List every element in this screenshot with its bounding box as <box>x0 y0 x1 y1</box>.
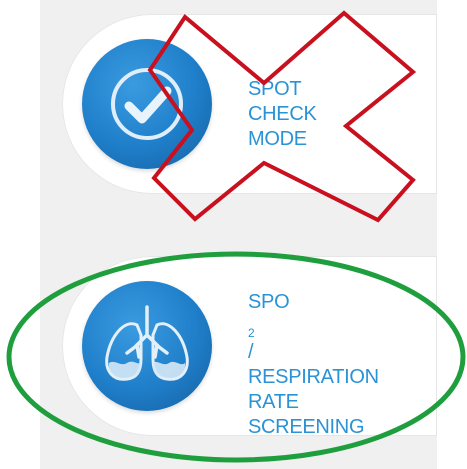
label-line: RESPIRATION <box>248 366 379 388</box>
checkmark-icon <box>111 68 183 140</box>
lungs-icon <box>105 305 189 381</box>
label-prefix: SpO <box>248 291 290 313</box>
label-subscript: 2 <box>248 326 255 340</box>
spo2-respiration-label: SpO 2 / RESPIRATION RATE SCREENING <box>248 290 379 440</box>
spo2-icon-circle <box>82 281 212 411</box>
spot-check-icon-circle <box>82 39 212 169</box>
spot-check-mode-button[interactable]: SPOT CHECK MODE <box>62 14 437 194</box>
label-line: SCREENING <box>248 416 365 438</box>
spot-check-mode-label: SPOT CHECK MODE <box>248 77 317 152</box>
spo2-respiration-screening-button[interactable]: SpO 2 / RESPIRATION RATE SCREENING <box>62 256 437 438</box>
label-line: SPOT <box>248 78 302 100</box>
label-line: RATE <box>248 391 299 413</box>
label-line: CHECK <box>248 103 317 125</box>
label-line: MODE <box>248 128 307 150</box>
label-suffix: / <box>248 341 254 363</box>
label-line-spo2: SpO 2 / <box>248 290 379 365</box>
